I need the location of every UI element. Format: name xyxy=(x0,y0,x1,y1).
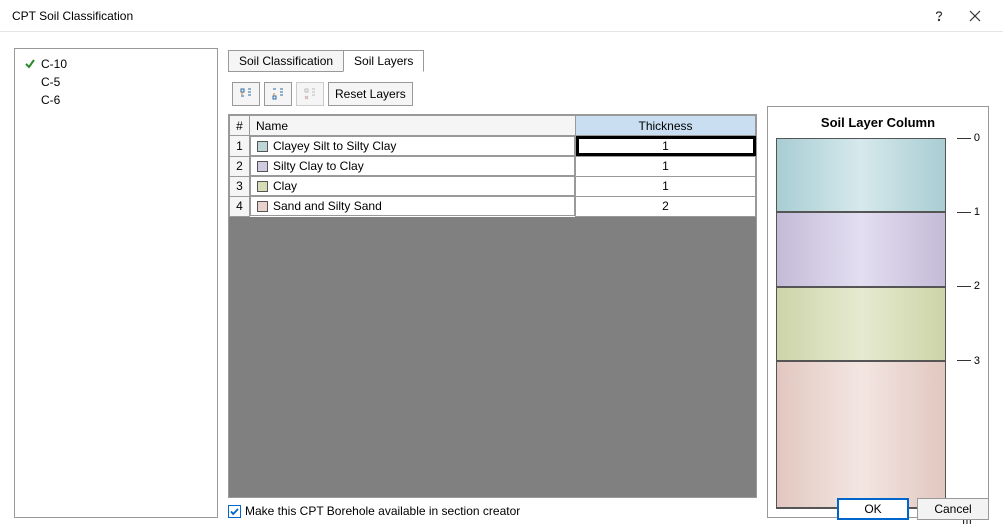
thickness-cell[interactable]: 1 xyxy=(576,156,756,176)
insert-row-after-button[interactable] xyxy=(264,82,292,106)
check-icon xyxy=(23,93,37,107)
soil-layer-column-panel: Soil Layer Column 01235 m xyxy=(767,106,989,518)
layer-bar xyxy=(777,361,946,508)
thickness-cell[interactable]: 1 xyxy=(576,136,756,157)
check-icon xyxy=(23,75,37,89)
layer-name: Clay xyxy=(273,179,297,193)
layer-name: Sand and Silty Sand xyxy=(273,199,382,213)
ok-button[interactable]: OK xyxy=(837,498,909,520)
borehole-item[interactable]: C-10 xyxy=(17,55,215,73)
layer-name-cell[interactable]: Silty Clay to Clay xyxy=(250,156,575,176)
borehole-list[interactable]: C-10 C-5 C-6 xyxy=(14,48,218,518)
help-button[interactable] xyxy=(921,2,957,30)
color-swatch xyxy=(257,161,268,172)
section-creator-checkbox[interactable] xyxy=(228,505,241,518)
check-icon xyxy=(23,57,37,71)
color-swatch xyxy=(257,181,268,192)
row-number: 1 xyxy=(230,136,250,157)
row-number: 4 xyxy=(230,196,250,216)
depth-tick: 0 xyxy=(957,132,980,144)
borehole-label: C-5 xyxy=(41,75,60,89)
thickness-cell[interactable]: 1 xyxy=(576,176,756,196)
table-row[interactable]: 3 Clay 1 xyxy=(230,176,756,196)
borehole-item[interactable]: C-5 xyxy=(17,73,215,91)
tab-soil-layers[interactable]: Soil Layers xyxy=(343,50,424,72)
col-header-thickness[interactable]: Thickness xyxy=(576,116,756,136)
color-swatch xyxy=(257,141,268,152)
ok-label: OK xyxy=(864,502,881,516)
layers-grid-container: # Name Thickness 1 Clayey Silt to Silty C… xyxy=(228,114,757,498)
row-number: 2 xyxy=(230,156,250,176)
table-row[interactable]: 4 Sand and Silty Sand 2 xyxy=(230,196,756,216)
soil-layer-visualization: 01235 m xyxy=(776,138,980,509)
depth-tick: 2 xyxy=(957,280,980,292)
cancel-button[interactable]: Cancel xyxy=(917,498,989,520)
depth-tick: 1 xyxy=(957,206,980,218)
color-swatch xyxy=(257,201,268,212)
title-bar: CPT Soil Classification xyxy=(0,0,1003,32)
layer-name: Clayey Silt to Silty Clay xyxy=(273,139,396,153)
depth-tick: 3 xyxy=(957,355,980,367)
close-button[interactable] xyxy=(957,2,993,30)
col-header-name[interactable]: Name xyxy=(250,116,576,136)
borehole-label: C-10 xyxy=(41,57,67,71)
layer-name-cell[interactable]: Clayey Silt to Silty Clay xyxy=(250,136,575,156)
layer-bar xyxy=(777,212,946,286)
layer-bar xyxy=(777,138,946,212)
borehole-label: C-6 xyxy=(41,93,60,107)
col-header-num[interactable]: # xyxy=(230,116,250,136)
layers-grid[interactable]: # Name Thickness 1 Clayey Silt to Silty C… xyxy=(229,115,756,217)
window-title: CPT Soil Classification xyxy=(10,9,133,23)
layer-name-cell[interactable]: Clay xyxy=(250,176,575,196)
tab-soil-classification[interactable]: Soil Classification xyxy=(228,50,344,72)
section-creator-label: Make this CPT Borehole available in sect… xyxy=(245,504,520,518)
soil-layer-column-title: Soil Layer Column xyxy=(776,115,980,130)
thickness-cell[interactable]: 2 xyxy=(576,196,756,216)
reset-layers-label: Reset Layers xyxy=(335,87,406,101)
layer-toolbar: Reset Layers xyxy=(228,72,757,114)
tab-strip: Soil ClassificationSoil Layers xyxy=(228,48,989,72)
table-row[interactable]: 2 Silty Clay to Clay 1 xyxy=(230,156,756,176)
layer-bar xyxy=(777,287,946,361)
layer-name: Silty Clay to Clay xyxy=(273,159,364,173)
delete-row-button xyxy=(296,82,324,106)
cancel-label: Cancel xyxy=(934,502,971,516)
table-row[interactable]: 1 Clayey Silt to Silty Clay 1 xyxy=(230,136,756,157)
borehole-item[interactable]: C-6 xyxy=(17,91,215,109)
reset-layers-button[interactable]: Reset Layers xyxy=(328,82,413,106)
insert-row-before-button[interactable] xyxy=(232,82,260,106)
row-number: 3 xyxy=(230,176,250,196)
layer-name-cell[interactable]: Sand and Silty Sand xyxy=(250,196,575,216)
